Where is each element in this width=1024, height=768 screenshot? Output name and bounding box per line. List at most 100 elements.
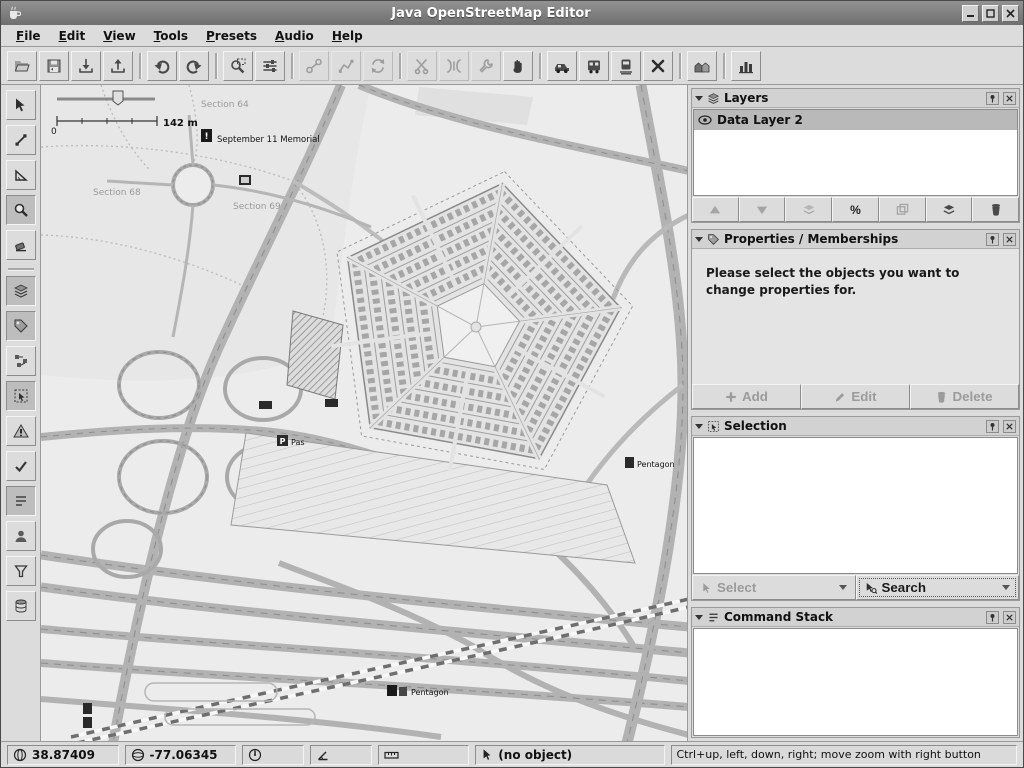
menu-help[interactable]: Help [323, 27, 372, 45]
close-button[interactable] [1002, 5, 1019, 22]
zoom-tool-button[interactable] [6, 195, 36, 225]
delete-tool-button[interactable] [6, 230, 36, 260]
zoom-to-selection-button[interactable] [223, 51, 253, 81]
show-layer-button[interactable] [926, 197, 973, 222]
minimize-button[interactable] [962, 5, 979, 22]
relations-toggle-button[interactable] [6, 346, 36, 376]
check-icon [13, 458, 29, 474]
delete-property-button[interactable]: Delete [910, 384, 1019, 409]
open-folder-icon [13, 57, 31, 75]
conflict-toggle-button[interactable] [6, 416, 36, 446]
edit-property-button[interactable]: Edit [801, 384, 910, 409]
sticky-button[interactable] [986, 420, 999, 433]
layers-list[interactable]: Data Layer 2 [693, 109, 1018, 196]
layers-toggle-button[interactable] [6, 276, 36, 306]
close-panel-button[interactable] [1003, 420, 1016, 433]
preferences-button[interactable] [255, 51, 285, 81]
validator-toggle-button[interactable] [6, 451, 36, 481]
delete-button[interactable] [643, 51, 673, 81]
selection-list[interactable] [693, 437, 1018, 574]
heading-icon [248, 748, 262, 762]
draw-node-button[interactable] [299, 51, 329, 81]
way-icon [337, 57, 355, 75]
menu-presets[interactable]: Presets [197, 27, 266, 45]
upload-button[interactable] [103, 51, 133, 81]
duplicate-layer-button[interactable] [879, 197, 926, 222]
split-way-button[interactable] [407, 51, 437, 81]
toolbar-separator [539, 53, 541, 79]
select-tool-button[interactable] [6, 90, 36, 120]
add-property-button[interactable]: Add [692, 384, 801, 409]
menu-view[interactable]: View [94, 27, 144, 45]
open-button[interactable] [7, 51, 37, 81]
search-button[interactable]: Search [856, 575, 1020, 600]
bus-icon-small [83, 717, 92, 728]
scale-label: 142 m [163, 118, 198, 129]
layer-row[interactable]: Data Layer 2 [694, 110, 1017, 130]
edit-toolbar [1, 85, 41, 741]
menu-file[interactable]: File [7, 27, 50, 45]
undo-button[interactable] [147, 51, 177, 81]
pencil-icon [834, 391, 846, 403]
menu-edit[interactable]: Edit [50, 27, 95, 45]
collapse-icon[interactable] [695, 424, 703, 433]
collapse-icon[interactable] [695, 615, 703, 624]
title-bar[interactable]: Java OpenStreetMap Editor [1, 1, 1023, 25]
select-button[interactable]: Select [692, 575, 856, 600]
terracer-button[interactable] [687, 51, 717, 81]
map-canvas[interactable]: ! P Section 64 Section [41, 85, 687, 741]
filter-funnel-icon [13, 563, 29, 579]
selection-list-icon [13, 388, 29, 404]
bus-button[interactable] [579, 51, 609, 81]
dropdown-icon [839, 585, 847, 594]
sticky-button[interactable] [986, 92, 999, 105]
follow-way-button[interactable] [331, 51, 361, 81]
menu-audio[interactable]: Audio [266, 27, 323, 45]
histogram-icon [737, 57, 755, 75]
layer-down-button[interactable] [739, 197, 786, 222]
selection-panel-icon [707, 420, 720, 433]
selection-toggle-button[interactable] [6, 381, 36, 411]
pin-icon [988, 94, 997, 103]
scale-zero: 0 [51, 127, 57, 137]
command-stack-list[interactable] [693, 628, 1018, 736]
menu-tools[interactable]: Tools [145, 27, 197, 45]
pin-icon [988, 613, 997, 622]
draw-way-icon [13, 132, 29, 148]
unglue-button[interactable] [471, 51, 501, 81]
rail-button[interactable] [611, 51, 641, 81]
command-stack-toggle-button[interactable] [6, 486, 36, 516]
selection-panel-header[interactable]: Selection [692, 417, 1019, 436]
visible-eye-icon[interactable] [698, 115, 712, 125]
save-button[interactable] [39, 51, 69, 81]
command-stack-panel-header[interactable]: Command Stack [692, 608, 1019, 627]
update-data-button[interactable] [363, 51, 393, 81]
pan-button[interactable] [503, 51, 533, 81]
sticky-button[interactable] [986, 233, 999, 246]
extrude-tool-button[interactable] [6, 160, 36, 190]
close-panel-button[interactable] [1003, 92, 1016, 105]
map-view[interactable]: ! P Section 64 Section [41, 85, 687, 741]
properties-panel-header[interactable]: Properties / Memberships [692, 230, 1019, 249]
delete-layer-button[interactable] [972, 197, 1019, 222]
filter-toggle-button[interactable] [6, 556, 36, 586]
combine-way-button[interactable] [439, 51, 469, 81]
properties-toggle-button[interactable] [6, 311, 36, 341]
collapse-icon[interactable] [695, 237, 703, 246]
sticky-button[interactable] [986, 611, 999, 624]
close-panel-button[interactable] [1003, 233, 1016, 246]
layers-panel-header[interactable]: Layers [692, 89, 1019, 108]
draw-tool-button[interactable] [6, 125, 36, 155]
authors-toggle-button[interactable] [6, 521, 36, 551]
close-panel-button[interactable] [1003, 611, 1016, 624]
redo-button[interactable] [179, 51, 209, 81]
changeset-toggle-button[interactable] [6, 591, 36, 621]
maximize-button[interactable] [982, 5, 999, 22]
download-button[interactable] [71, 51, 101, 81]
car-button[interactable] [547, 51, 577, 81]
merge-layer-button[interactable] [785, 197, 832, 222]
collapse-icon[interactable] [695, 96, 703, 105]
histogram-button[interactable] [731, 51, 761, 81]
layer-up-button[interactable] [692, 197, 739, 222]
layer-opacity-button[interactable]: % [832, 197, 879, 222]
